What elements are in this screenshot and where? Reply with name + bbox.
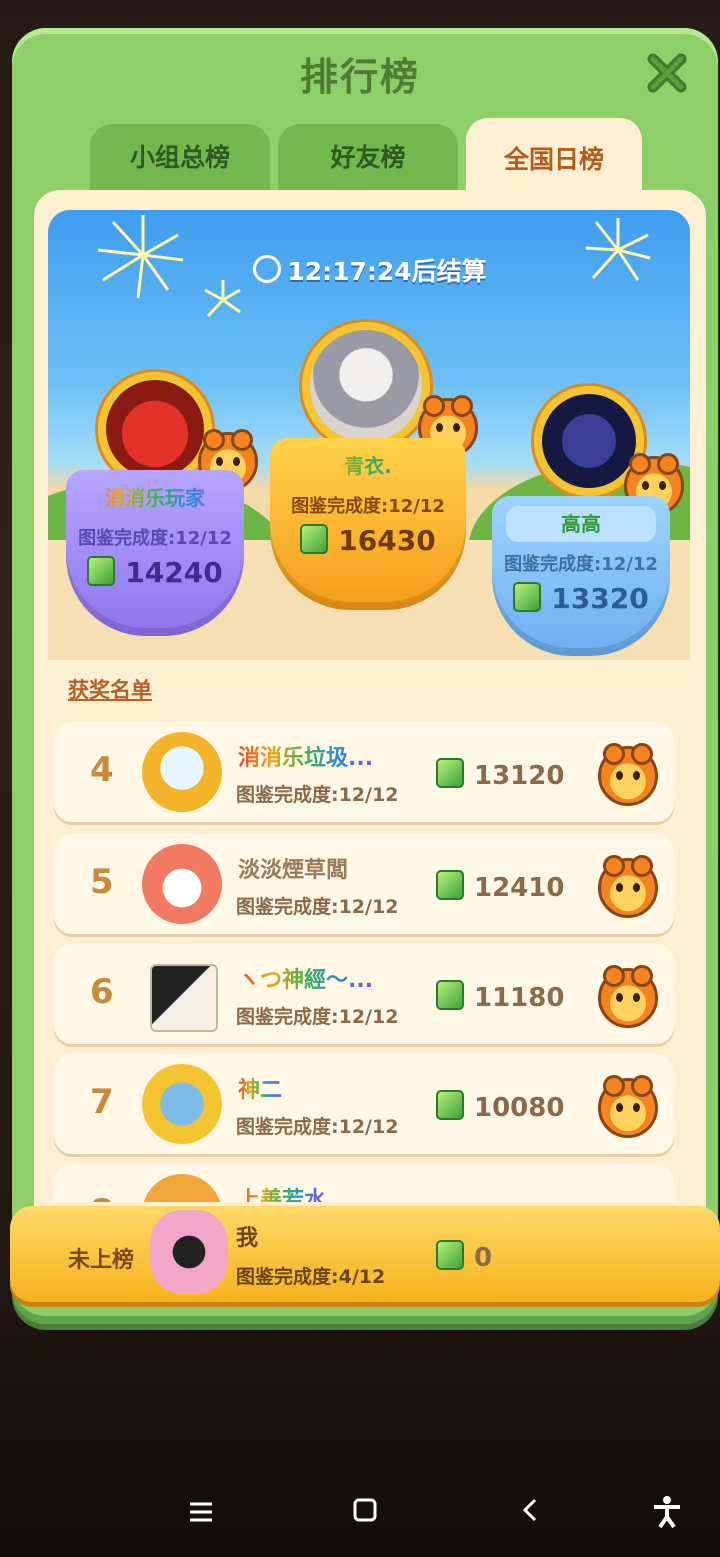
tiger-badge-icon [598,743,658,806]
player-progress: 图鉴完成度:12/12 [236,784,399,806]
back-button[interactable] [520,1496,540,1531]
gem-icon [436,1090,464,1120]
player-score-wrap: 13120 [436,758,564,791]
gem-icon [87,556,116,586]
clock-icon [253,255,282,283]
rank-number: 5 [90,862,114,902]
my-name: 我 [236,1226,259,1251]
settlement-timer: 12:17:24后结算 [0,252,720,288]
avatar[interactable] [142,1174,222,1202]
my-progress: 图鉴完成度:4/12 [236,1266,386,1288]
gem-icon [513,582,542,612]
home-button[interactable] [352,1496,378,1531]
rank-number: 6 [90,972,114,1012]
my-score-wrap: 0 [436,1240,492,1273]
list-item[interactable]: 7 神二 图鉴完成度:12/12 10080 [54,1054,674,1154]
list-item[interactable]: 5 淡淡煙草闆 图鉴完成度:12/12 12410 [54,834,674,934]
my-avatar[interactable] [150,1210,228,1294]
player-score-wrap: 12410 [436,870,564,903]
close-icon [647,53,687,93]
gem-icon [436,980,464,1010]
gem-icon [300,524,329,554]
rank-number: 4 [90,750,114,790]
podium-second-score: 14240 [125,556,223,589]
player-progress: 图鉴完成度:12/12 [236,1116,399,1138]
player-score-wrap: 11180 [436,980,564,1013]
award-list-link[interactable]: 获奖名单 [68,674,152,704]
rank-number: 7 [90,1082,114,1122]
gem-icon [436,870,464,900]
podium-third-name: 高高 [506,506,656,542]
avatar-first[interactable] [302,322,430,450]
player-name: 消消乐垃圾... [238,740,373,772]
system-navigation-bar [0,1460,720,1557]
tab-group-total[interactable]: 小组总榜 [90,120,270,192]
player-name: 淡淡煙草闆 [238,858,349,883]
tab-friends[interactable]: 好友榜 [278,120,458,192]
podium-first-name: 青衣. [285,448,451,484]
podium-third-score: 13320 [551,582,649,615]
podium-third: 高高 图鉴完成度:12/12 13320 [492,496,670,656]
close-button[interactable] [642,48,692,98]
my-rank-bar[interactable]: 未上榜 我 图鉴完成度:4/12 0 [10,1206,720,1302]
player-score-wrap: 10080 [436,1090,564,1123]
ranking-list[interactable]: 4 消消乐垃圾... 图鉴完成度:12/12 13120 5 淡淡煙草闆 图鉴完… [54,722,674,1202]
player-name: ヽつ神經～... [238,962,373,994]
tab-national-daily[interactable]: 全国日榜 [466,118,642,198]
home-icon [353,1498,377,1522]
accessibility-button[interactable] [652,1496,682,1536]
rank-number: 8 [90,1192,114,1202]
podium-second-progress: 图鉴完成度:12/12 [78,528,232,549]
avatar-second[interactable] [98,372,212,486]
player-progress: 图鉴完成度:12/12 [236,896,399,918]
back-icon [522,1498,537,1522]
tiger-badge-icon [598,1075,658,1138]
gem-icon [436,1240,464,1270]
avatar[interactable] [142,1064,222,1144]
player-name: 神二 [238,1072,282,1104]
avatar[interactable] [150,964,218,1032]
panel-title: 排行榜 [299,55,420,99]
player-score: 13120 [474,761,565,791]
player-progress: 图鉴完成度:12/12 [236,1006,399,1028]
list-item[interactable]: 8 上善若水 [54,1164,674,1202]
podium-first-score: 16430 [338,524,436,557]
player-score: 12410 [474,873,565,903]
timer-text: 12:17:24后结算 [287,257,487,286]
player-score: 10080 [474,1093,565,1123]
accessibility-icon [654,1496,680,1529]
podium-first: 青衣. 图鉴完成度:12/12 16430 [270,438,466,610]
list-item[interactable]: 4 消消乐垃圾... 图鉴完成度:12/12 13120 [54,722,674,822]
podium-second: 消消乐玩家 图鉴完成度:12/12 14240 [66,470,244,636]
tiger-badge-icon [598,965,658,1028]
menu-icon [190,1502,212,1522]
gem-icon [436,758,464,788]
player-score: 11180 [474,983,565,1013]
my-rank-status: 未上榜 [68,1248,135,1273]
podium-third-progress: 图鉴完成度:12/12 [504,554,658,575]
menu-button[interactable] [188,1496,214,1531]
avatar[interactable] [142,732,222,812]
podium-first-progress: 图鉴完成度:12/12 [291,496,445,517]
list-item[interactable]: 6 ヽつ神經～... 图鉴完成度:12/12 11180 [54,944,674,1044]
podium-third-score-wrap: 13320 [492,582,670,615]
tiger-badge-icon [598,855,658,918]
avatar[interactable] [142,844,222,924]
player-name: 上善若水 [238,1182,326,1202]
podium-second-name: 消消乐玩家 [80,480,230,516]
podium-first-score-wrap: 16430 [270,524,466,557]
podium-second-score-wrap: 14240 [66,556,244,589]
my-score: 0 [474,1243,493,1273]
